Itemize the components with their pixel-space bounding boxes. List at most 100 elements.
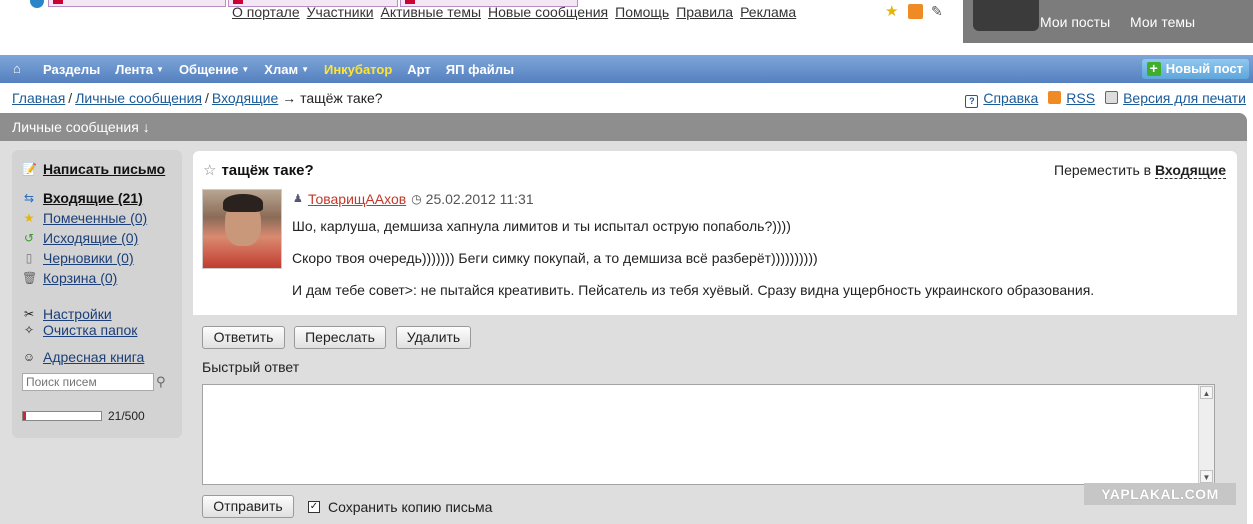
addressbook-item[interactable]: ☺ Адресная книга: [22, 347, 182, 367]
new-post-button[interactable]: + Новый пост: [1141, 59, 1249, 79]
breadcrumb-inbox[interactable]: Входящие: [212, 90, 278, 106]
folder-link[interactable]: Исходящие (0): [43, 230, 138, 246]
chevron-down-icon: ▼: [241, 64, 250, 74]
sidebar-folder-item[interactable]: ★ Помеченные (0): [22, 208, 182, 228]
nav-item-label: Инкубатор: [323, 61, 393, 77]
mail-search-input[interactable]: [22, 373, 154, 391]
compose-icon: 📝: [22, 162, 37, 176]
broom-icon: ✧: [23, 323, 35, 337]
user-box: Мои посты Мои темы: [963, 0, 1253, 43]
chevron-down-icon: ▼: [156, 64, 164, 74]
top-link[interactable]: Правила: [676, 4, 733, 20]
nav-item[interactable]: Разделы: [43, 62, 100, 77]
search-row: ⚲: [22, 373, 182, 391]
clean-folders-link[interactable]: Очистка папок: [43, 322, 137, 338]
watermark-logo: YAPLAKAL.COM: [1084, 483, 1236, 505]
browser-tab[interactable]: [48, 0, 226, 7]
keep-copy-option[interactable]: ✓ Сохранить копию письма: [308, 499, 492, 515]
textarea-scrollbar[interactable]: ▲ ▼: [1198, 385, 1214, 484]
search-icon[interactable]: ⚲: [156, 374, 172, 390]
clock-icon: ◷: [411, 192, 422, 206]
breadcrumb-arrow: →: [282, 90, 297, 106]
favorites-star-icon[interactable]: ★: [885, 4, 900, 19]
delete-button[interactable]: Удалить: [396, 326, 471, 349]
sidebar-folder-item[interactable]: ↺ Исходящие (0): [22, 228, 182, 248]
compose-item[interactable]: 📝 Написать письмо: [22, 159, 182, 179]
tools-icon: ✂: [23, 307, 35, 321]
clean-folders-item[interactable]: ✧ Очистка папок: [22, 322, 182, 338]
home-icon[interactable]: ⌂: [13, 62, 27, 76]
outbox-icon: ↺: [23, 231, 35, 245]
top-link[interactable]: Участники: [307, 4, 374, 20]
top-link[interactable]: Активные темы: [381, 4, 482, 20]
rss-link[interactable]: RSS: [1066, 90, 1095, 106]
main-nav: ⌂ Разделы Лента ▼ Общение ▼ Хлам ▼ Инкубатор Арт…: [0, 55, 1253, 83]
nav-item[interactable]: Хлам ▼: [264, 62, 309, 77]
print-version-link[interactable]: Версия для печати: [1123, 90, 1246, 106]
move-target-select[interactable]: Входящие: [1155, 162, 1226, 179]
nav-item[interactable]: Арт: [407, 62, 431, 77]
message-line: Скоро твоя очередь))))))) Беги симку пок…: [292, 250, 818, 266]
user-icon: ♟: [293, 193, 303, 205]
folder-link[interactable]: Входящие (21): [43, 190, 143, 206]
nav-items: Разделы Лента ▼ Общение ▼ Хлам ▼ Инкубатор Арт ЯП…: [43, 62, 529, 77]
quota-bar-fill: [23, 412, 27, 420]
sidebar-folder-item[interactable]: ⇆ Входящие (21): [22, 188, 182, 208]
nav-item[interactable]: Инкубатор: [324, 62, 392, 77]
print-icon: [1105, 91, 1119, 104]
top-link[interactable]: Реклама: [740, 4, 796, 20]
author-link[interactable]: ТоварищААхов: [308, 191, 406, 207]
rss-icon: [1048, 91, 1062, 104]
nav-item[interactable]: Общение ▼: [179, 62, 249, 77]
nav-item[interactable]: ЯП файлы: [446, 62, 514, 77]
folder-list: ⇆ Входящие (21) ★ Помеченные (0) ↺ Исходящие …: [22, 188, 182, 288]
breadcrumb-messages[interactable]: Личные сообщения: [75, 90, 202, 106]
folder-link[interactable]: Черновики (0): [43, 250, 134, 266]
send-button[interactable]: Отправить: [202, 495, 294, 518]
top-icons: ★ ✎: [885, 4, 946, 19]
nav-item[interactable]: Лента ▼: [115, 62, 164, 77]
top-link[interactable]: Новые сообщения: [488, 4, 608, 20]
message-date: 25.02.2012 11:31: [425, 191, 534, 207]
message-subject: тащёж таке?: [221, 161, 314, 179]
folder-link[interactable]: Помеченные (0): [43, 210, 147, 226]
move-to: Переместить в Входящие: [1054, 162, 1226, 179]
scroll-up-arrow-icon[interactable]: ▲: [1200, 386, 1213, 399]
help-link[interactable]: Справка: [983, 90, 1038, 106]
sidebar-folder-item[interactable]: 🗑 Корзина (0): [22, 268, 182, 288]
message-title: ☆ тащёж таке?: [203, 161, 314, 180]
top-link[interactable]: О портале: [232, 4, 300, 20]
quota-text: 21/500: [108, 409, 145, 423]
help-icon: ?: [965, 95, 979, 108]
user-avatar[interactable]: [973, 0, 1039, 31]
addressbook-link[interactable]: Адресная книга: [43, 349, 144, 365]
breadcrumb-separator: /: [205, 90, 209, 106]
favicon: [53, 0, 63, 4]
my-topics-link[interactable]: Мои темы: [1130, 14, 1195, 30]
settings-link[interactable]: Настройки: [43, 306, 112, 322]
nav-item-label: Арт: [407, 61, 431, 77]
quick-reply-textarea[interactable]: ▲ ▼: [202, 384, 1215, 485]
nav-item-label: Общение: [178, 61, 239, 77]
scroll-down-arrow-icon[interactable]: ▼: [1200, 470, 1213, 483]
chevron-down-icon: ▼: [301, 64, 309, 74]
forward-button[interactable]: Переслать: [294, 326, 386, 349]
rss-icon[interactable]: [908, 4, 923, 19]
top-link[interactable]: Помощь: [615, 4, 669, 20]
settings-item[interactable]: ✂ Настройки: [22, 306, 182, 322]
breadcrumb: Главная / Личные сообщения / Входящие → тащё…: [12, 90, 383, 106]
nav-item-label: Лента: [115, 61, 154, 77]
private-messages-header[interactable]: Личные сообщения ↓: [0, 113, 1247, 141]
keep-copy-checkbox[interactable]: ✓: [308, 501, 320, 513]
star-icon[interactable]: ☆: [203, 161, 216, 179]
reply-button[interactable]: Ответить: [202, 326, 285, 349]
quota: 21/500: [22, 409, 182, 423]
nav-item-label: Хлам: [264, 61, 299, 77]
folder-link[interactable]: Корзина (0): [43, 270, 117, 286]
my-posts-link[interactable]: Мои посты: [1040, 14, 1110, 30]
message-card: ☆ тащёж таке? Переместить в Входящие ♟ Т…: [193, 151, 1237, 315]
breadcrumb-home[interactable]: Главная: [12, 90, 65, 106]
edit-pen-icon[interactable]: ✎: [931, 4, 946, 19]
sidebar-folder-item[interactable]: ▯ Черновики (0): [22, 248, 182, 268]
compose-link[interactable]: Написать письмо: [43, 161, 165, 177]
